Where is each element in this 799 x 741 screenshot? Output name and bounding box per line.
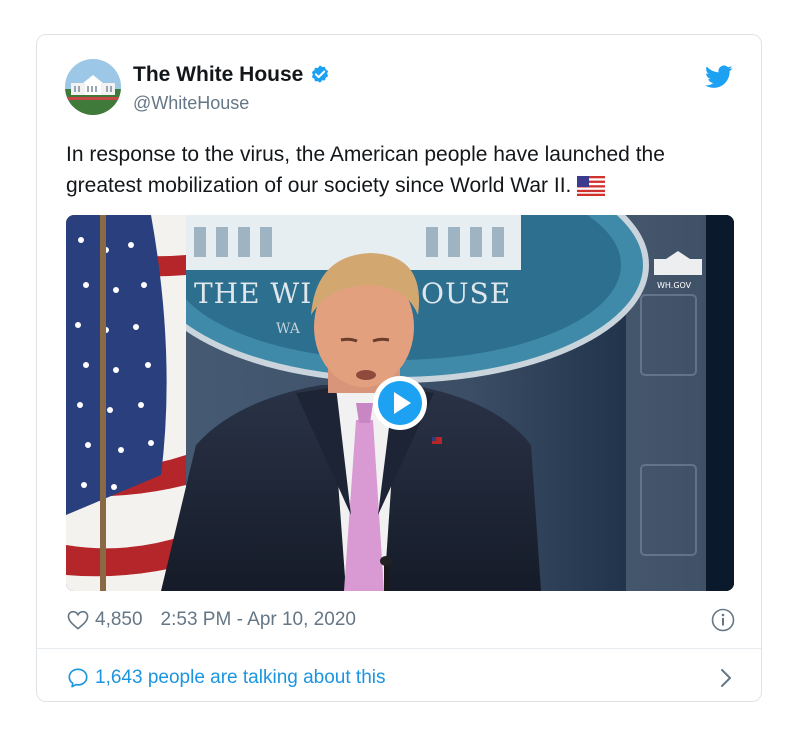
embedded-tweet-card: The White House @WhiteHouse In response …	[36, 34, 762, 702]
display-name[interactable]: The White House	[133, 63, 303, 87]
author-name-row[interactable]: The White House	[133, 63, 331, 87]
svg-text:OUSE: OUSE	[421, 277, 511, 310]
avatar[interactable]	[65, 59, 121, 115]
tweet-text: In response to the virus, the American p…	[66, 139, 736, 201]
heart-icon[interactable]	[67, 610, 89, 630]
svg-text:WA: WA	[276, 321, 301, 337]
tweet-timestamp[interactable]: 2:53 PM - Apr 10, 2020	[161, 609, 356, 631]
author-handle[interactable]: @WhiteHouse	[133, 93, 249, 114]
divider	[37, 648, 761, 649]
play-video-button[interactable]	[372, 375, 428, 431]
tweet-meta-row: 4,850 2:53 PM - Apr 10, 2020	[67, 607, 735, 633]
twitter-bird-icon[interactable]	[705, 65, 733, 89]
conversation-link[interactable]: 1,643 people are talking about this	[67, 665, 735, 691]
svg-text:THE WI: THE WI	[194, 277, 312, 310]
verified-badge-icon	[312, 65, 329, 83]
like-count[interactable]: 4,850	[95, 609, 143, 631]
tweet-text-body: In response to the virus, the American p…	[66, 143, 665, 197]
talking-count-text[interactable]: 1,643 people are talking about this	[95, 667, 386, 689]
us-flag-emoji-icon	[577, 176, 606, 196]
tweet-video-media[interactable]: THE WI OUSE WA WH.GOV	[66, 215, 734, 591]
svg-text:WH.GOV: WH.GOV	[657, 281, 692, 290]
info-icon[interactable]	[711, 608, 735, 632]
chevron-right-icon[interactable]	[719, 667, 733, 689]
speech-bubble-icon	[68, 668, 88, 688]
white-house-avatar-image	[65, 59, 121, 115]
us-flag-prop	[66, 215, 186, 591]
